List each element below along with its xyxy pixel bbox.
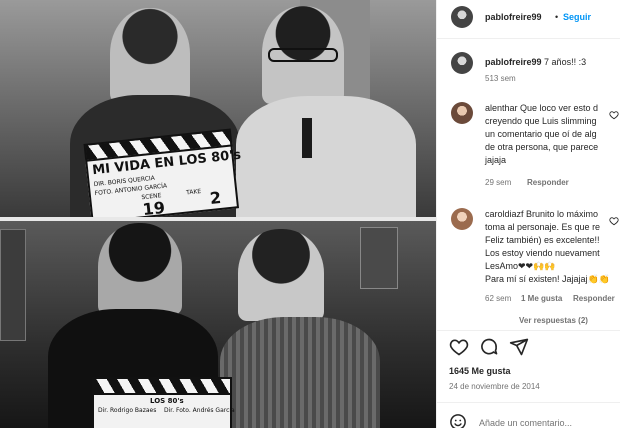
follow-button[interactable]: Seguir xyxy=(563,12,591,22)
add-comment-bar xyxy=(437,402,620,428)
caption-time[interactable]: 513 sem xyxy=(485,74,516,83)
clapboard-bottom-photo: Dir. Foto. Andrés García xyxy=(164,407,235,414)
heart-icon[interactable] xyxy=(449,337,469,357)
comment-text: alenthar Que loco ver esto d xyxy=(485,103,599,113)
comment-avatar[interactable] xyxy=(451,102,473,124)
post-date[interactable]: 24 de noviembre de 2014 xyxy=(449,382,540,391)
post-photo[interactable]: MI VIDA EN LOS 80's DIR. BORIS QUERCIA F… xyxy=(0,0,436,428)
caption-line: pablofreire99 7 años!! :3 xyxy=(485,56,586,68)
likes-count[interactable]: 1645 Me gusta xyxy=(449,366,511,376)
reply-button[interactable]: Responder xyxy=(527,178,569,187)
comment-like-heart-icon[interactable] xyxy=(609,216,619,226)
comment-line-1: caroldiazf Brunito lo máximo xyxy=(485,209,599,219)
photo-boy-left-head xyxy=(110,8,190,103)
post-sidebar: pablofreire99 • Seguir pablofreire99 7 a… xyxy=(436,0,620,428)
photo-wall-frame-right xyxy=(360,227,398,289)
comment-line-3: Feliz también) es excelente!! xyxy=(485,235,600,245)
reply-button[interactable]: Responder xyxy=(573,294,615,303)
photo-man-right-body xyxy=(220,317,380,428)
photo-top-panel: MI VIDA EN LOS 80's DIR. BORIS QUERCIA F… xyxy=(0,0,436,224)
caption-username[interactable]: pablofreire99 xyxy=(485,57,542,67)
header-avatar[interactable] xyxy=(451,6,473,28)
header-separator: • xyxy=(555,12,559,22)
view-replies-link[interactable]: Ver respuestas (2) xyxy=(519,316,588,325)
comment-line-6: Para mí sí existen! Jajajaj👏👏 xyxy=(485,274,610,284)
photo-wall-frame-left xyxy=(0,229,26,341)
comment-line-3: un comentario que oí de alg xyxy=(485,129,597,139)
comment-time[interactable]: 29 sem xyxy=(485,178,511,187)
clapboard-scene: 19 xyxy=(141,197,166,220)
clapboard-take-label: TAKE xyxy=(185,187,202,197)
photo-tie xyxy=(302,118,312,158)
clapboard-bottom-title: LOS 80's xyxy=(150,397,184,405)
comment-line-2: toma al personaje. Es que re xyxy=(485,222,601,232)
comment-icon[interactable] xyxy=(479,337,499,357)
comment-line-4: de otra persona, que parece xyxy=(485,142,599,152)
comment-line-5: LesAmo❤❤🙌🙌 xyxy=(485,261,556,271)
comment-like-heart-icon[interactable] xyxy=(609,110,619,120)
comment-time[interactable]: 62 sem xyxy=(485,294,511,303)
clapboard-bottom-stripes xyxy=(92,377,232,395)
post-header: pablofreire99 • Seguir xyxy=(437,0,620,39)
photo-boy-right-body xyxy=(236,96,416,217)
emoji-icon[interactable] xyxy=(449,413,467,428)
comment-line-2: creyendo que Luis slimming xyxy=(485,116,597,126)
comment-avatar[interactable] xyxy=(451,208,473,230)
share-icon[interactable] xyxy=(509,337,529,357)
comment-line-5: jajaja xyxy=(485,155,507,165)
photo-bottom-panel: LOS 80's Dir. Rodrigo Bazaes Dir. Foto. … xyxy=(0,221,436,428)
add-comment-input[interactable] xyxy=(479,418,609,428)
header-username[interactable]: pablofreire99 xyxy=(485,12,542,22)
clapboard-take: 2 xyxy=(208,187,222,209)
photo-man-right-head xyxy=(238,229,324,321)
photo-glasses xyxy=(268,48,338,62)
comment-line-1: alenthar Que loco ver esto d xyxy=(485,102,598,114)
comment-likes[interactable]: 1 Me gusta xyxy=(521,294,562,303)
clapboard-bottom-director: Dir. Rodrigo Bazaes xyxy=(98,407,157,414)
comment-line-4: Los estoy viendo nuevament xyxy=(485,248,600,258)
photo-man-left-head xyxy=(98,223,182,315)
photo-clapboard-bottom: LOS 80's Dir. Rodrigo Bazaes Dir. Foto. … xyxy=(92,377,235,428)
caption-text: 7 años!! :3 xyxy=(544,57,587,67)
caption-avatar[interactable] xyxy=(451,52,473,74)
